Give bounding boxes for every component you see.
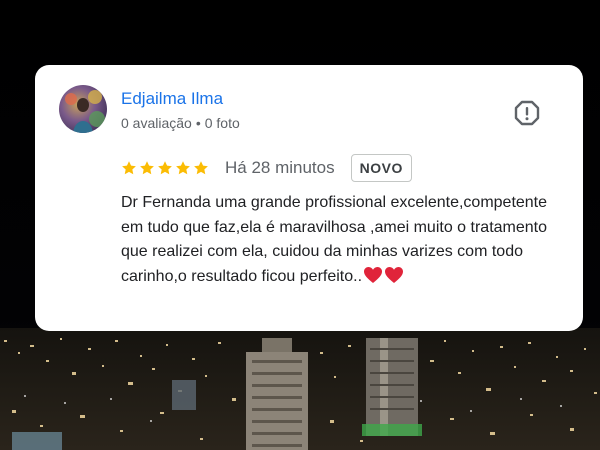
star-icon <box>194 161 208 175</box>
review-text: Dr Fernanda uma grande profissional exce… <box>121 191 561 289</box>
review-body: Dr Fernanda uma grande profissional exce… <box>121 194 548 285</box>
meta-separator: • <box>195 115 201 131</box>
avatar-photo <box>59 85 107 133</box>
star-icon <box>176 161 190 175</box>
star-icon <box>158 161 172 175</box>
author-review-count: 0 avaliação <box>121 115 192 131</box>
author-meta: 0 avaliação • 0 foto <box>121 115 240 131</box>
avatar[interactable] <box>59 85 107 133</box>
review-time: Há 28 minutos <box>225 158 335 177</box>
report-flag-icon[interactable] <box>513 99 541 127</box>
star-rating <box>121 160 209 176</box>
rating-row: Há 28 minutos NOVO <box>121 153 412 183</box>
review-emoji <box>362 266 404 285</box>
author-name[interactable]: Edjailma Ilma <box>121 89 223 109</box>
heart-icon <box>364 266 383 283</box>
author-photo-count: 0 foto <box>204 115 240 131</box>
new-badge: NOVO <box>350 154 412 182</box>
star-icon <box>140 161 154 175</box>
heart-icon <box>385 266 404 283</box>
review-card: Edjailma Ilma 0 avaliação • 0 foto Há 28 m… <box>35 65 583 331</box>
screenshot-scene: Edjailma Ilma 0 avaliação • 0 foto Há 28 m… <box>0 0 600 450</box>
star-icon <box>122 161 136 175</box>
